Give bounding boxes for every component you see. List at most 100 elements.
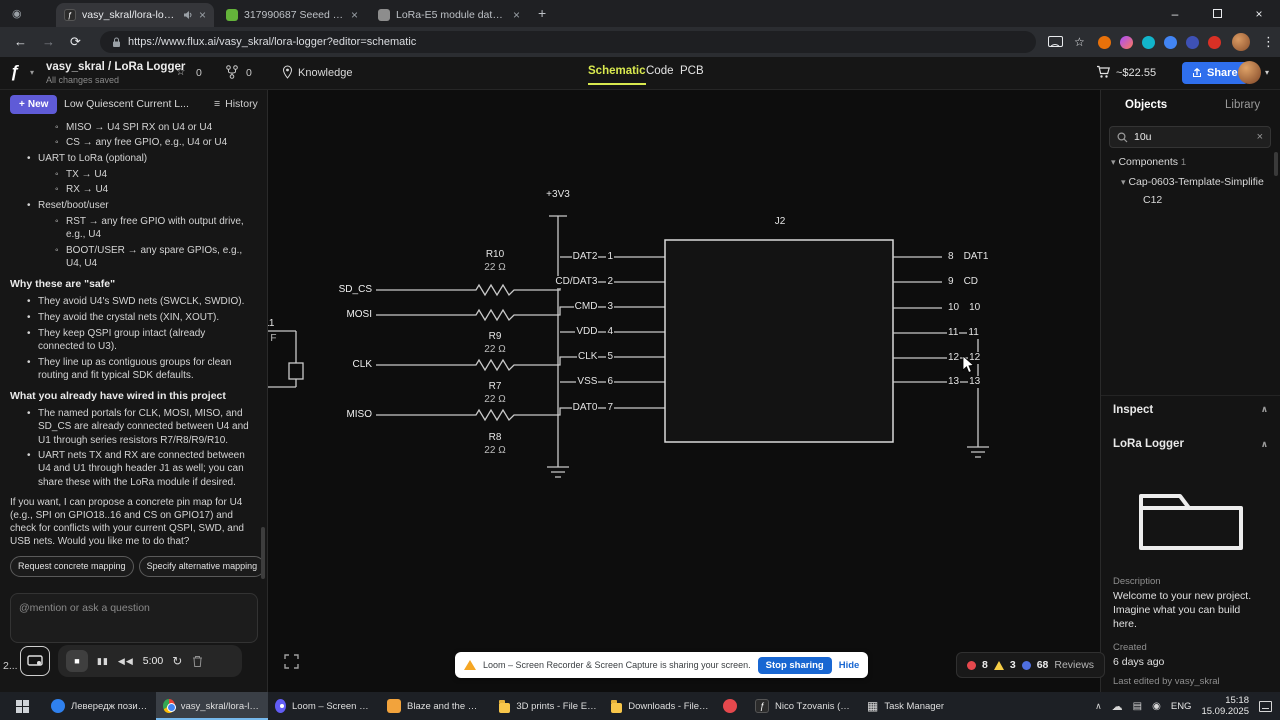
tab-close-icon[interactable]: ×: [513, 9, 520, 21]
inspect-section-header[interactable]: Inspect ∧: [1101, 395, 1280, 423]
extension-icon[interactable]: [1186, 36, 1199, 49]
object-search[interactable]: ×: [1109, 126, 1271, 148]
pin-row[interactable]: 10 10: [947, 302, 982, 314]
new-tab-button[interactable]: +: [538, 5, 546, 21]
taskbar-item[interactable]: Левередж позиції в Мі: [44, 692, 156, 720]
objects-scrollbar[interactable]: [1274, 152, 1278, 176]
pin-row[interactable]: DAT2 1: [518, 251, 614, 263]
start-button[interactable]: [0, 692, 44, 720]
pin-row[interactable]: CD/DAT3 2: [518, 276, 614, 288]
pin-row[interactable]: VSS 6: [518, 376, 614, 388]
forward-icon[interactable]: →: [42, 34, 55, 49]
reload-icon[interactable]: ⟳: [70, 34, 81, 50]
address-bar[interactable]: https://www.flux.ai/vasy_skral/lora-logg…: [100, 31, 1036, 53]
pin-row[interactable]: CLK 5: [518, 351, 614, 363]
pause-icon[interactable]: ▮▮: [97, 656, 109, 667]
tray-expand-icon[interactable]: ∧: [1095, 701, 1102, 712]
tab-code[interactable]: Code: [646, 65, 674, 77]
tab-close-icon[interactable]: ×: [199, 9, 206, 21]
pin-row[interactable]: 9 CD: [947, 276, 980, 288]
chat-scrollbar[interactable]: [261, 527, 265, 579]
avatar-caret-icon[interactable]: ▾: [1265, 68, 1269, 77]
history-button[interactable]: ≡ History: [214, 98, 258, 110]
user-avatar[interactable]: [1238, 61, 1261, 84]
star-icon[interactable]: ☆: [176, 66, 185, 78]
taskbar-item[interactable]: Loom – Screen Recorde: [268, 692, 380, 720]
pin-row[interactable]: DAT0 7: [518, 402, 614, 414]
net-label-mosi[interactable]: MOSI: [308, 309, 372, 321]
component-ref-label[interactable]: J2: [748, 216, 812, 228]
rewind-icon[interactable]: ◀◀: [118, 656, 134, 667]
schematic-canvas[interactable]: 11 0 F +3V3 J2 SD_CS MOSI CLK MISO R1022…: [268, 90, 1100, 692]
search-input[interactable]: [1134, 131, 1234, 143]
cast-icon[interactable]: [1048, 36, 1063, 48]
browser-tab-3[interactable]: LoRa-E5 module datasheet_V1 ×: [370, 3, 528, 27]
component-instance-item[interactable]: C12: [1143, 194, 1162, 206]
taskbar-item[interactable]: ƒ Nico Tzovanis (Flux) |: [748, 692, 860, 720]
browser-menu-icon[interactable]: ⋮: [1262, 34, 1275, 50]
knowledge-label[interactable]: Knowledge: [298, 67, 352, 79]
volume-tray-icon[interactable]: ◉: [1152, 701, 1161, 712]
logo-caret-icon[interactable]: ▾: [30, 68, 34, 77]
request-mapping-button[interactable]: Request concrete mapping: [10, 555, 134, 577]
resistor-label[interactable]: R8 22 Ω: [470, 431, 520, 457]
clear-search-icon[interactable]: ×: [1257, 131, 1263, 143]
fork-icon[interactable]: [226, 65, 238, 79]
flux-logo[interactable]: ƒ: [10, 62, 19, 82]
power-net-label[interactable]: +3V3: [536, 189, 580, 201]
pin-row[interactable]: 11 11: [947, 327, 980, 339]
browser-tab-2[interactable]: 317990687 Seeed Technology ×: [218, 3, 366, 27]
resistor-label[interactable]: R7 22 Ω: [470, 380, 520, 406]
trash-icon[interactable]: [192, 655, 203, 668]
tab-audio-icon[interactable]: [183, 10, 193, 20]
hide-button[interactable]: Hide: [839, 660, 860, 671]
net-label-sdcs[interactable]: SD_CS: [308, 284, 372, 296]
project-section-header[interactable]: LoRa Logger ∧: [1101, 430, 1280, 458]
extension-icon[interactable]: [1120, 36, 1133, 49]
taskbar-item[interactable]: ▦ Task Manager: [860, 692, 972, 720]
taskbar-item[interactable]: 3D prints - File Explorer: [492, 692, 604, 720]
tab-objects[interactable]: Objects: [1125, 99, 1167, 111]
tab-library[interactable]: Library: [1225, 99, 1260, 111]
minimize-button[interactable]: –: [1154, 0, 1196, 27]
browser-profile-avatar[interactable]: [1232, 33, 1250, 51]
pin-row[interactable]: 13 13: [947, 376, 982, 388]
extension-icon[interactable]: [1164, 36, 1177, 49]
taskbar-item[interactable]: Blaze and the Monster I: [380, 692, 492, 720]
chat-input[interactable]: @mention or ask a question: [10, 593, 258, 643]
stop-recording-button[interactable]: ■: [66, 650, 88, 672]
design-reviews-badge[interactable]: 8 3 68 Reviews: [956, 652, 1106, 678]
bookmark-star-icon[interactable]: ☆: [1074, 35, 1085, 49]
cart-icon[interactable]: [1096, 65, 1111, 79]
maximize-button[interactable]: [1196, 0, 1238, 27]
new-chat-button[interactable]: + New: [10, 95, 58, 114]
price-badge[interactable]: ~$22.55: [1116, 67, 1156, 79]
screen-record-toggle[interactable]: [20, 646, 50, 676]
extension-icon[interactable]: [1208, 36, 1221, 49]
language-indicator[interactable]: ENG: [1171, 701, 1192, 712]
back-icon[interactable]: ←: [14, 34, 27, 49]
chat-thread-title[interactable]: Low Quiescent Current L...: [64, 98, 210, 110]
fit-view-icon[interactable]: [284, 654, 299, 669]
resistor-label[interactable]: R9 22 Ω: [470, 330, 520, 356]
restart-icon[interactable]: ↻: [172, 654, 183, 668]
browser-tab-active[interactable]: ƒ vasy_skral/lora-logger: Buil ×: [56, 3, 214, 27]
tab-pcb[interactable]: PCB: [680, 65, 704, 77]
extension-icon[interactable]: [1098, 36, 1111, 49]
extension-icon[interactable]: [1142, 36, 1155, 49]
taskbar-item[interactable]: Downloads - File Explor: [604, 692, 716, 720]
component-tree-item[interactable]: ▾ Cap-0603-Template-Simplifie: [1121, 176, 1273, 188]
net-label-miso[interactable]: MISO: [308, 409, 372, 421]
cloud-tray-icon[interactable]: ☁: [1112, 700, 1123, 713]
network-tray-icon[interactable]: ▤: [1133, 701, 1142, 712]
stop-sharing-button[interactable]: Stop sharing: [757, 656, 832, 674]
alternative-mapping-button[interactable]: Specify alternative mapping: [138, 555, 262, 577]
action-center-icon[interactable]: [1259, 700, 1272, 712]
pin-row[interactable]: CMD 3: [518, 301, 614, 313]
pin-row[interactable]: VDD 4: [518, 326, 614, 338]
pin-row[interactable]: 8 DAT1: [947, 251, 990, 263]
tab-schematic[interactable]: Schematic: [588, 65, 646, 85]
resistor-label[interactable]: R10 22 Ω: [470, 248, 520, 274]
tab-close-icon[interactable]: ×: [351, 9, 358, 21]
components-group[interactable]: ▾ Components 1: [1111, 156, 1186, 168]
